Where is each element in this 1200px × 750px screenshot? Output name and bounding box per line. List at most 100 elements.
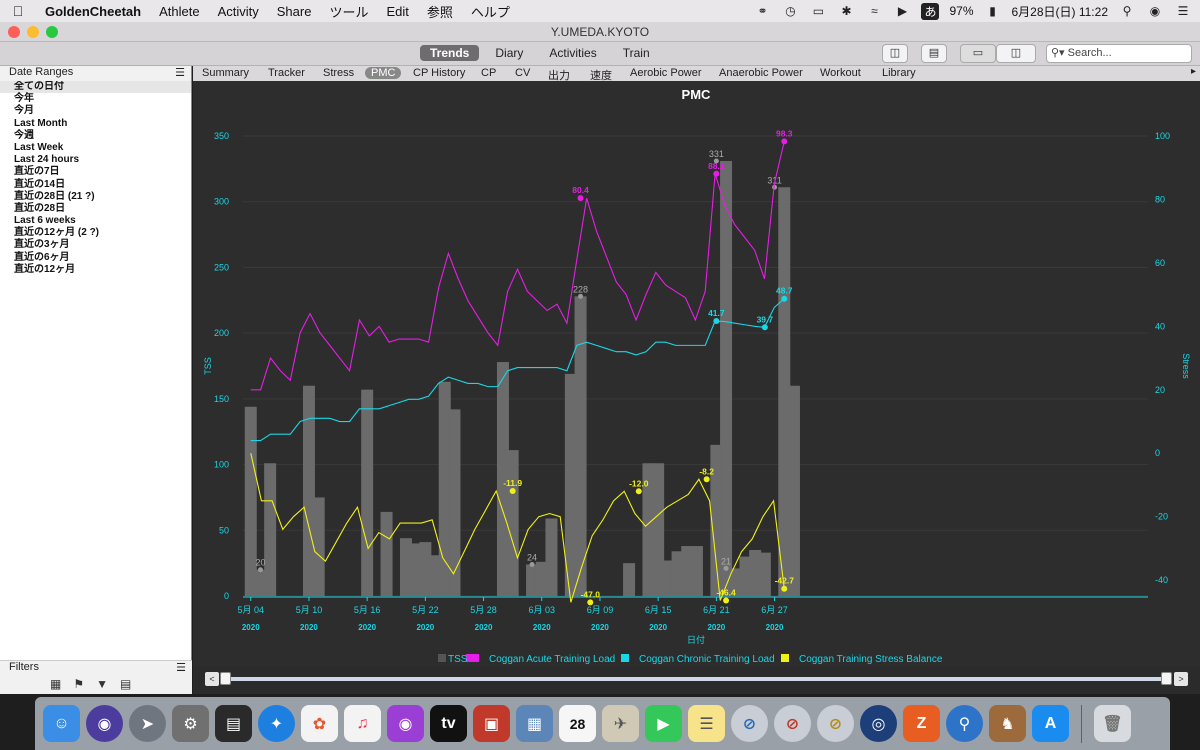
- bookmark-icon[interactable]: ⚑: [73, 677, 84, 691]
- apple-icon[interactable]: : [0, 3, 36, 19]
- date-range-item[interactable]: Last Week: [14, 142, 191, 154]
- app-store-icon[interactable]: A: [1032, 705, 1069, 742]
- activity-monitor-icon[interactable]: ▤: [215, 705, 252, 742]
- y-right-tick-label: 60: [1155, 258, 1165, 268]
- menu-edit[interactable]: Edit: [377, 4, 417, 19]
- tab-cp[interactable]: CP: [481, 67, 496, 79]
- date-range-item[interactable]: 直近の12ヶ月: [14, 264, 191, 276]
- date-range-item[interactable]: 直近の28日 (21 ?): [14, 191, 191, 203]
- date-range-item[interactable]: 直近の14日: [14, 179, 191, 191]
- system-preferences-icon[interactable]: ⚙: [172, 705, 209, 742]
- date-range-item[interactable]: Last 6 weeks: [14, 215, 191, 227]
- tab-summary[interactable]: Summary: [202, 67, 249, 79]
- facetime-icon[interactable]: ▶: [645, 705, 682, 742]
- menu-app-name[interactable]: GoldenCheetah: [36, 4, 150, 19]
- airplay-icon[interactable]: ▭: [809, 4, 827, 18]
- blocked-app-icon[interactable]: ⊘: [774, 705, 811, 742]
- menu-tools[interactable]: ツール: [320, 2, 377, 21]
- photo-booth-icon[interactable]: ▣: [473, 705, 510, 742]
- view-trends[interactable]: Trends: [420, 45, 480, 61]
- toggle-bottom-panel-button[interactable]: ▤: [921, 44, 947, 63]
- tabs-scroll-right-icon[interactable]: ▸: [1191, 66, 1196, 77]
- tab-stress[interactable]: Stress: [323, 67, 354, 79]
- tab-workout[interactable]: Workout: [820, 67, 861, 79]
- tab-cp-history[interactable]: CP History: [413, 67, 465, 79]
- filter-icon[interactable]: ▼: [96, 677, 108, 691]
- menu-clock[interactable]: 6月28日(日) 11:22: [1012, 3, 1109, 20]
- slider-right-handle[interactable]: [1161, 672, 1172, 685]
- wifi-icon[interactable]: ≈: [865, 4, 883, 18]
- disabled-app-icon[interactable]: ⊘: [731, 705, 768, 742]
- toggle-sidebar-button[interactable]: ◫: [882, 44, 908, 63]
- finder-icon[interactable]: ☺: [43, 705, 80, 742]
- layout-tiles-button[interactable]: ◫: [996, 44, 1036, 63]
- target-app-icon[interactable]: ◎: [860, 705, 897, 742]
- tab-anaerobic-power[interactable]: Anaerobic Power: [719, 67, 803, 79]
- notification-center-icon[interactable]: ☰: [1174, 4, 1192, 18]
- menu-view[interactable]: 参照: [418, 2, 462, 21]
- creative-cloud-icon[interactable]: ⚭: [753, 4, 771, 18]
- tss-point: [578, 293, 584, 299]
- slider-left-handle[interactable]: [220, 672, 231, 685]
- date-range-item[interactable]: 今週: [14, 130, 191, 142]
- preview-icon[interactable]: ▦: [516, 705, 553, 742]
- search-input[interactable]: ⚲▾ Search...: [1046, 44, 1192, 63]
- apple-tv-icon[interactable]: tv: [430, 705, 467, 742]
- tab-pmc[interactable]: PMC: [365, 67, 402, 79]
- siri-icon[interactable]: ◉: [86, 705, 123, 742]
- menu-athlete[interactable]: Athlete: [150, 4, 208, 19]
- input-method-icon[interactable]: あ: [921, 2, 940, 20]
- siri-icon[interactable]: ◉: [1146, 4, 1164, 18]
- layout-tabs-button[interactable]: ▭: [960, 44, 996, 63]
- notes-icon[interactable]: ☰: [688, 705, 725, 742]
- tab-cv[interactable]: CV: [515, 67, 530, 79]
- date-range-item[interactable]: 直近の12ヶ月 (2 ?): [14, 227, 191, 239]
- battery-icon[interactable]: ▮: [984, 4, 1002, 18]
- x-tick-label: 6月 21: [703, 605, 730, 615]
- tab-aerobic-power[interactable]: Aerobic Power: [630, 67, 702, 79]
- view-diary[interactable]: Diary: [485, 45, 533, 61]
- trash-icon[interactable]: 🗑: [1094, 705, 1131, 742]
- podcasts-icon[interactable]: ◉: [387, 705, 424, 742]
- menu-activity[interactable]: Activity: [209, 4, 268, 19]
- pmc-chart[interactable]: PMC 0 50 100 150 200 250 300 350 -40 -20 0 20 40 60 80 1…: [193, 81, 1200, 674]
- mail-stamp-icon[interactable]: ✈: [602, 705, 639, 742]
- date-range-item[interactable]: 今月: [14, 105, 191, 117]
- photos-icon[interactable]: ✿: [301, 705, 338, 742]
- volume-icon[interactable]: ▶: [893, 4, 911, 18]
- launchpad-icon[interactable]: ➤: [129, 705, 166, 742]
- spotlight-search-icon[interactable]: ⚲: [1118, 4, 1136, 18]
- music-icon[interactable]: ♫: [344, 705, 381, 742]
- date-range-item[interactable]: 全ての日付: [0, 81, 191, 94]
- date-range-item[interactable]: 直近の6ヶ月: [14, 252, 191, 264]
- menu-help[interactable]: ヘルプ: [462, 2, 519, 21]
- view-train[interactable]: Train: [613, 45, 660, 61]
- filters-menu-icon[interactable]: ☰: [176, 661, 186, 674]
- prohibited-app-icon[interactable]: ⊘: [817, 705, 854, 742]
- series-data-label: -8.2: [699, 466, 714, 476]
- date-range-slider[interactable]: [223, 677, 1168, 681]
- date-range-item[interactable]: 直近の28日: [14, 203, 191, 215]
- series-point: [781, 138, 788, 145]
- tab-tracker[interactable]: Tracker: [268, 67, 305, 79]
- date-ranges-menu-icon[interactable]: ☰: [175, 66, 185, 79]
- safari-icon[interactable]: ✦: [258, 705, 295, 742]
- golden-cheetah-icon[interactable]: ♞: [989, 705, 1026, 742]
- zwift-icon[interactable]: Z: [903, 705, 940, 742]
- time-machine-icon[interactable]: ◷: [781, 4, 799, 18]
- date-range-item[interactable]: Last Month: [14, 118, 191, 130]
- calendar-app-icon[interactable]: 28: [559, 705, 596, 742]
- menu-share[interactable]: Share: [268, 4, 321, 19]
- scroll-right-button[interactable]: >: [1174, 672, 1188, 686]
- chart-icon[interactable]: ▤: [120, 677, 131, 691]
- date-range-item[interactable]: Last 24 hours: [14, 154, 191, 166]
- calendar-icon[interactable]: ▦: [50, 677, 61, 691]
- view-activities[interactable]: Activities: [539, 45, 606, 61]
- date-range-item[interactable]: 直近の7日: [14, 166, 191, 178]
- bluetooth-icon[interactable]: ✱: [837, 4, 855, 18]
- scroll-left-button[interactable]: <: [205, 672, 219, 686]
- tab-library[interactable]: Library: [882, 67, 916, 79]
- maps-pin-icon[interactable]: ⚲: [946, 705, 983, 742]
- date-range-item[interactable]: 直近の3ヶ月: [14, 239, 191, 251]
- date-range-item[interactable]: 今年: [14, 93, 191, 105]
